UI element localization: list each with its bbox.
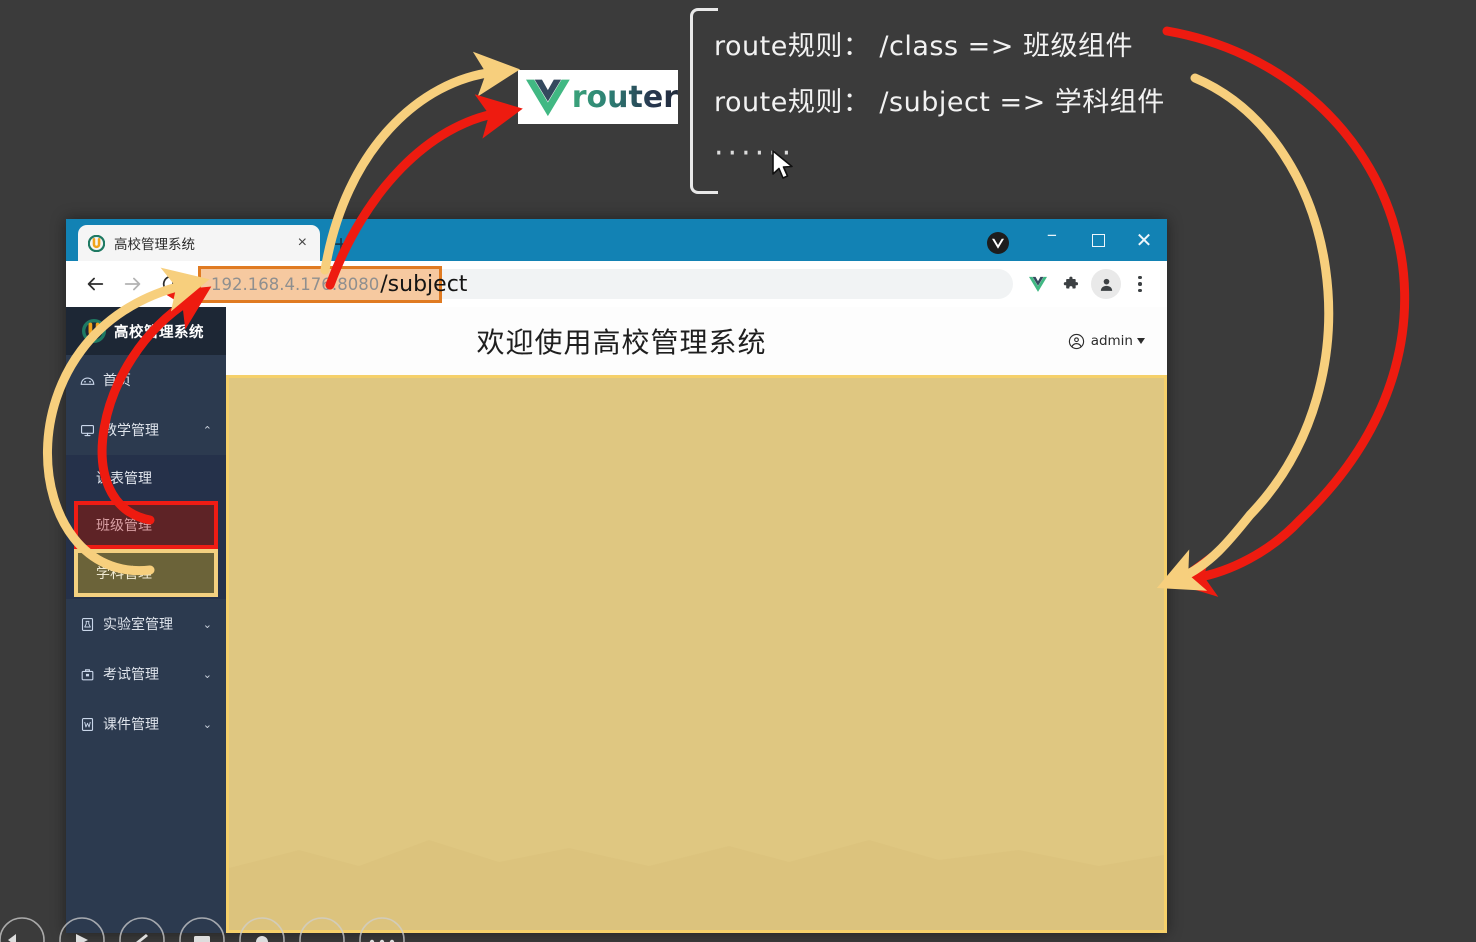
close-button[interactable]: ✕ <box>1121 219 1167 261</box>
reload-button[interactable] <box>152 265 190 303</box>
dashboard-icon <box>80 376 95 385</box>
submenu-item-label: 学科管理 <box>96 566 152 582</box>
app-header: 欢迎使用高校管理系统 admin <box>226 307 1167 375</box>
app-content: 欢迎使用高校管理系统 admin <box>226 307 1167 933</box>
browser-titlebar: 高校管理系统 × + − ✕ <box>66 219 1167 261</box>
vue-icon[interactable] <box>1023 269 1053 299</box>
sidebar-item-label: 课件管理 <box>103 717 159 733</box>
more-button <box>359 917 405 942</box>
sidebar-item-teaching[interactable]: 教学管理 ⌃ <box>66 405 226 455</box>
word-doc-icon <box>81 717 94 731</box>
chevron-down-icon: ⌄ <box>202 667 212 681</box>
sidebar-item-home[interactable]: 首页 <box>66 355 226 405</box>
new-tab-button[interactable]: + <box>334 233 348 257</box>
user-circle-icon <box>1068 333 1084 349</box>
screenshot-root: route规则： /class => 班级组件 route规则： /subjec… <box>0 0 1476 942</box>
lab-doc-icon <box>81 617 94 631</box>
url-path: /subject <box>380 272 468 297</box>
forward-button[interactable] <box>114 265 152 303</box>
site-favicon-icon <box>88 234 105 252</box>
sidebar-logo: 高校管理系统 <box>66 307 226 355</box>
tab-title: 高校管理系统 <box>114 237 195 253</box>
monitor-icon <box>81 424 94 436</box>
submenu-item-label: 课表管理 <box>96 471 152 487</box>
toolbar-icons <box>1023 269 1157 299</box>
page-title: 欢迎使用高校管理系统 <box>476 326 767 359</box>
sidebar-item-courseware[interactable]: 课件管理 ⌄ <box>66 699 226 749</box>
submenu-item-class[interactable]: 班级管理 <box>74 501 218 549</box>
route-rule-line-1: route规则： /class => 班级组件 <box>714 31 1133 62</box>
user-menu[interactable]: admin <box>1068 333 1145 350</box>
browser-tab[interactable]: 高校管理系统 × <box>78 225 320 261</box>
gold-arrow-rule-to-view <box>1156 73 1334 591</box>
chevron-down-icon: ⌄ <box>202 617 212 631</box>
chevron-down-icon: ⌄ <box>202 717 212 731</box>
vue-v-icon <box>526 79 570 117</box>
teaching-submenu: 课表管理 班级管理 学科管理 <box>66 455 226 599</box>
sidebar-item-label: 首页 <box>103 373 131 389</box>
window-controls: − ✕ <box>987 219 1167 261</box>
mouse-pointer-icon <box>772 150 793 179</box>
minimize-button[interactable]: − <box>1029 219 1075 261</box>
route-rule-line-2: route规则： /subject => 学科组件 <box>714 87 1165 118</box>
web-page: 高校管理系统 首页 教学管理 ⌃ 课表管理 班级管理 学科管理 实验室管理 ⌄ … <box>66 307 1167 933</box>
sidebar-item-exam[interactable]: 考试管理 ⌄ <box>66 649 226 699</box>
red-arrow-rule-to-view <box>1162 26 1410 597</box>
maximize-button[interactable] <box>1075 219 1121 261</box>
submenu-item-subject[interactable]: 学科管理 <box>74 549 218 597</box>
submenu-item-label: 班级管理 <box>96 518 152 534</box>
sidebar-item-label: 教学管理 <box>103 423 159 439</box>
puzzle-icon[interactable] <box>1057 269 1087 299</box>
user-name: admin <box>1090 333 1133 349</box>
app-sidebar: 高校管理系统 首页 教学管理 ⌃ 课表管理 班级管理 学科管理 实验室管理 ⌄ … <box>66 307 226 933</box>
avatar-icon[interactable] <box>1091 269 1121 299</box>
sidebar-item-lab[interactable]: 实验室管理 ⌄ <box>66 599 226 649</box>
chevron-up-icon: ⌃ <box>202 423 212 437</box>
back-button[interactable] <box>76 265 114 303</box>
submenu-item-schedule[interactable]: 课表管理 <box>66 455 226 501</box>
sidebar-item-label: 考试管理 <box>103 667 159 683</box>
vue-router-wordmark: router <box>571 79 678 115</box>
tab-close-icon[interactable]: × <box>295 235 310 251</box>
vue-devtools-icon[interactable] <box>987 232 1009 254</box>
chevron-down-icon <box>1137 338 1145 344</box>
camera-button <box>299 917 345 942</box>
exam-bag-icon <box>81 668 94 680</box>
browser-window: 高校管理系统 × + − ✕ 高校管理系统 首页 教学管理 ⌃ 课表管理 班级管… <box>66 219 1167 933</box>
url-highlight-box[interactable]: 192.168.4.176:8080 /subject <box>198 266 467 303</box>
sidebar-item-label: 实验室管理 <box>103 617 173 633</box>
url-host: 192.168.4.176:8080 <box>211 275 380 294</box>
sidebar-logo-text: 高校管理系统 <box>114 324 204 341</box>
vue-router-logo: router <box>518 70 678 124</box>
site-favicon-icon <box>82 319 106 343</box>
prev-button <box>0 917 45 942</box>
route-rules-annotation: route规则： /class => 班级组件 route规则： /subjec… <box>690 6 1190 196</box>
video-player-controls[interactable] <box>0 912 1476 942</box>
router-view-outlet <box>226 375 1167 933</box>
kebab-menu-icon[interactable] <box>1125 269 1155 299</box>
